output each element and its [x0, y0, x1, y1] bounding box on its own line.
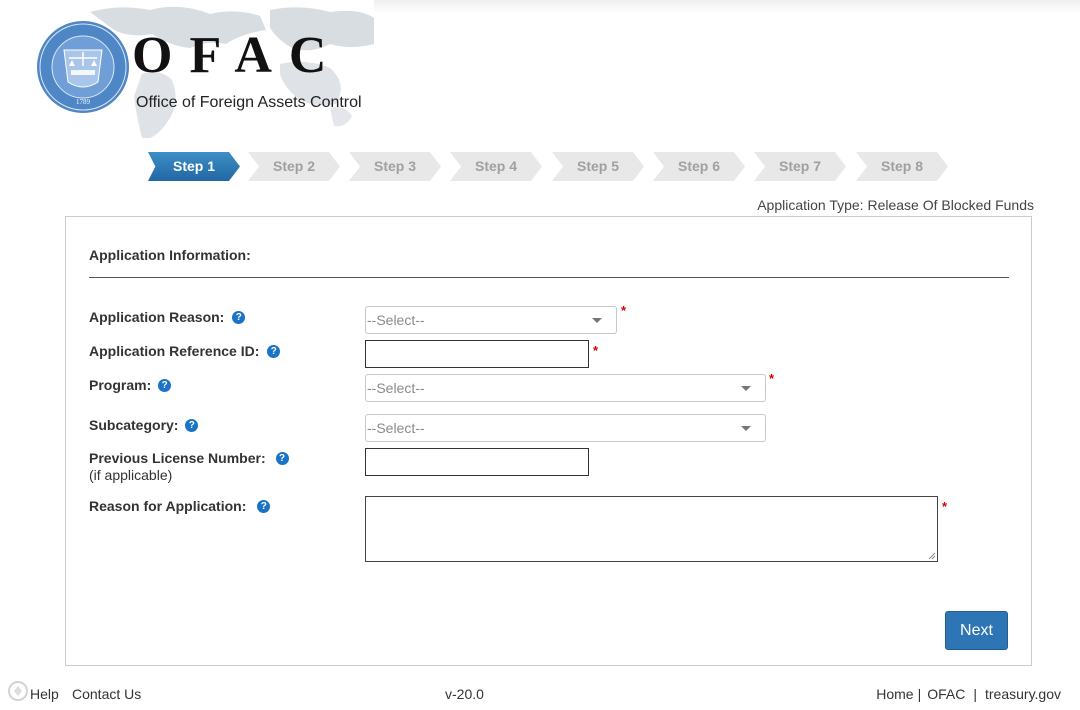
- subcategory-help-icon[interactable]: ?: [185, 419, 199, 432]
- footer-separator: |: [917, 686, 922, 702]
- footer-treasury-link[interactable]: treasury.gov: [985, 686, 1061, 702]
- previous-license-label-text: Previous License Number:: [89, 450, 266, 466]
- reference-id-input[interactable]: [365, 340, 589, 368]
- previous-license-label: Previous License Number: ? (if applicabl…: [89, 450, 289, 483]
- reference-id-label: Application Reference ID: ?: [89, 343, 281, 359]
- application-form-panel: Application Information: Application Rea…: [65, 216, 1032, 666]
- subcategory-select-value: --Select--: [367, 420, 425, 436]
- footer-help-link[interactable]: Help: [30, 686, 59, 702]
- previous-license-help-icon[interactable]: ?: [275, 452, 289, 465]
- svg-text:1789: 1789: [76, 98, 91, 106]
- previous-license-note: (if applicable): [89, 467, 173, 483]
- program-help-icon[interactable]: ?: [158, 379, 172, 392]
- footer-contact-link[interactable]: Contact Us: [72, 686, 141, 702]
- program-label-text: Program:: [89, 377, 152, 393]
- resize-grip-icon[interactable]: [928, 552, 936, 560]
- program-select[interactable]: --Select--: [365, 374, 766, 402]
- reference-id-label-text: Application Reference ID:: [89, 343, 260, 359]
- footer-home-link[interactable]: Home: [876, 686, 913, 702]
- chevron-down-icon: [741, 386, 751, 391]
- section-divider: [89, 277, 1009, 278]
- reason-for-application-label-text: Reason for Application:: [89, 498, 247, 514]
- reason-for-application-textarea[interactable]: [365, 496, 938, 562]
- reference-id-help-icon[interactable]: ?: [267, 345, 281, 358]
- program-select-value: --Select--: [367, 380, 425, 396]
- subcategory-label-text: Subcategory:: [89, 417, 179, 433]
- section-title: Application Information:: [89, 247, 251, 263]
- reference-id-required-icon: *: [593, 343, 599, 358]
- treasury-seal-icon: 1789: [37, 21, 129, 113]
- application-reason-help-icon[interactable]: ?: [232, 311, 246, 324]
- reason-for-application-required-icon: *: [942, 499, 948, 514]
- footer-ofac-link[interactable]: OFAC: [927, 686, 965, 702]
- footer-separator: |: [973, 686, 977, 702]
- subcategory-label: Subcategory: ?: [89, 417, 199, 433]
- application-reason-select[interactable]: --Select--: [365, 306, 617, 334]
- chevron-down-icon: [741, 426, 751, 431]
- application-reason-select-value: --Select--: [367, 312, 425, 328]
- program-label: Program: ?: [89, 377, 172, 393]
- step-6[interactable]: Step 6: [653, 152, 745, 181]
- reason-for-application-help-icon[interactable]: ?: [257, 500, 271, 513]
- program-required-icon: *: [769, 371, 775, 386]
- previous-license-input[interactable]: [365, 448, 589, 476]
- brand-name: OFAC: [132, 27, 344, 84]
- application-reason-required-icon: *: [621, 303, 627, 318]
- step-3[interactable]: Step 3: [349, 152, 441, 181]
- next-button[interactable]: Next: [945, 611, 1008, 650]
- step-1[interactable]: Step 1: [148, 152, 240, 181]
- site-header: 1789 OFAC Office of Foreign Assets Contr…: [30, 4, 374, 138]
- footer-version: v-20.0: [445, 686, 484, 702]
- step-8[interactable]: Step 8: [856, 152, 948, 181]
- header-band: [374, 0, 1080, 14]
- step-7[interactable]: Step 7: [754, 152, 846, 181]
- site-footer: Help Contact Us v-20.0 Home | OFAC | treasur…: [0, 684, 1080, 706]
- footer-links: Home | OFAC | treasury.gov: [876, 686, 1061, 702]
- chevron-down-icon: [592, 318, 602, 323]
- step-4[interactable]: Step 4: [450, 152, 542, 181]
- reason-for-application-label: Reason for Application: ?: [89, 498, 271, 514]
- application-type: Application Type: Release Of Blocked Fun…: [757, 197, 1034, 213]
- step-2[interactable]: Step 2: [248, 152, 340, 181]
- brand-subtitle: Office of Foreign Assets Control: [136, 94, 362, 111]
- application-reason-label: Application Reason: ?: [89, 309, 246, 325]
- subcategory-select[interactable]: --Select--: [365, 414, 766, 442]
- application-reason-label-text: Application Reason:: [89, 309, 225, 325]
- step-5[interactable]: Step 5: [552, 152, 644, 181]
